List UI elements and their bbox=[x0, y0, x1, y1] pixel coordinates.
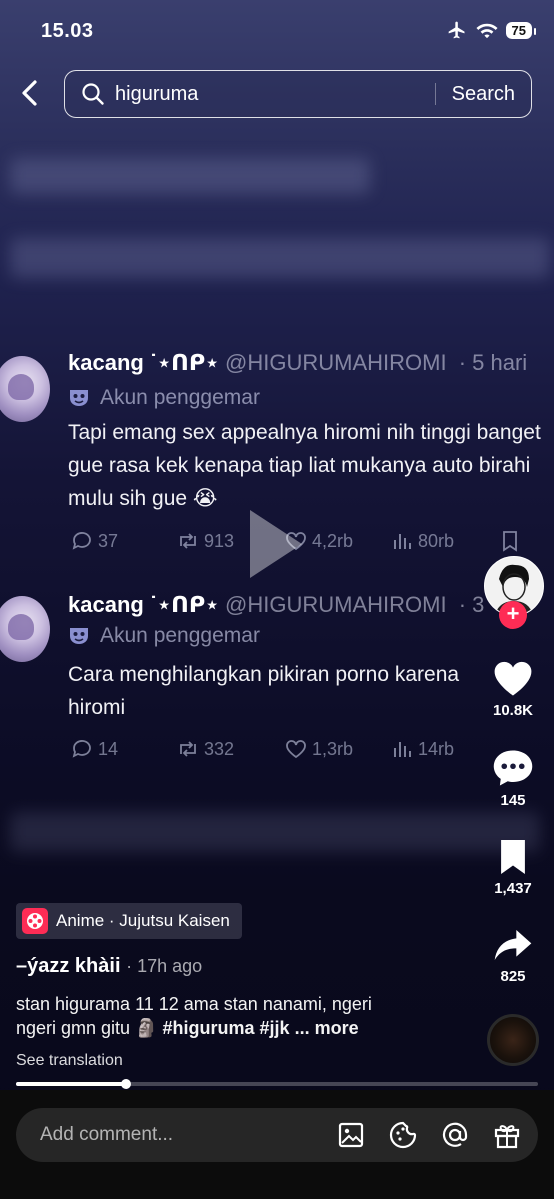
search-button[interactable]: Search bbox=[452, 83, 515, 106]
reply-count-label: 37 bbox=[98, 530, 119, 551]
badge-label: Akun penggemar bbox=[100, 386, 260, 409]
save-count-label: 1,437 bbox=[494, 880, 532, 897]
badge-label: Akun penggemar bbox=[100, 624, 260, 647]
see-translation-link[interactable]: See translation bbox=[16, 1052, 123, 1070]
status-time: 15.03 bbox=[41, 20, 94, 42]
music-disc[interactable] bbox=[487, 1014, 539, 1066]
handle: @HIGURUMAHIROMI bbox=[225, 592, 447, 617]
gift-icon[interactable] bbox=[492, 1120, 522, 1150]
repost-count-label: 913 bbox=[204, 530, 235, 551]
play-icon[interactable] bbox=[246, 506, 306, 582]
comment-count-label: 145 bbox=[500, 792, 526, 809]
more-link[interactable]: ... more bbox=[295, 1018, 359, 1038]
hashtags[interactable]: #higuruma #jjk bbox=[163, 1018, 290, 1038]
author-line: –ýazz khàii · 17h ago bbox=[16, 955, 202, 978]
caption-line: stan higurama 11 12 ama stan nanami, nge… bbox=[16, 994, 372, 1014]
author-name[interactable]: –ýazz khàii bbox=[16, 955, 121, 977]
mask-icon bbox=[70, 628, 88, 644]
film-reel-icon bbox=[22, 908, 48, 934]
reply-count-label: 14 bbox=[98, 738, 119, 759]
caption-line: ngeri gmn gitu 🗿 #higuruma #jjk ... more bbox=[16, 1016, 456, 1040]
display-name: kacang ˙⋆ᑎᑭ⋆ bbox=[68, 592, 220, 617]
comment-placeholder: Add comment... bbox=[40, 1124, 174, 1145]
avatar bbox=[0, 356, 50, 422]
fan-account-badge: Akun penggemar bbox=[68, 386, 260, 410]
search-input[interactable]: higuruma bbox=[115, 83, 435, 106]
category-tag[interactable]: Anime · Jujutsu Kaisen bbox=[16, 903, 242, 939]
search-bar[interactable]: higuruma Search bbox=[64, 70, 532, 118]
heart-icon bbox=[494, 661, 532, 696]
blurred-text-line bbox=[10, 238, 550, 278]
fan-account-badge: Akun penggemar bbox=[68, 624, 260, 648]
repost-icon bbox=[180, 533, 196, 549]
bookmark-icon bbox=[501, 840, 525, 874]
comment-tools bbox=[336, 1120, 522, 1150]
video-progress-bar[interactable] bbox=[16, 1079, 538, 1089]
display-name: kacang ˙⋆ᑎᑭ⋆ bbox=[68, 350, 220, 375]
post-time: · 17h ago bbox=[126, 956, 203, 976]
category-tag-label: Anime · Jujutsu Kaisen bbox=[56, 911, 230, 930]
post-age: · 5 hari bbox=[458, 350, 528, 375]
progress-fill bbox=[16, 1082, 126, 1086]
like-count-label: 4,2rb bbox=[312, 530, 354, 551]
video-caption: stan higurama 11 12 ama stan nanami, nge… bbox=[16, 992, 456, 1040]
view-count: 80rb bbox=[390, 530, 454, 552]
share-count-label: 825 bbox=[500, 968, 526, 985]
reply-count: 14 bbox=[70, 738, 118, 760]
comment-bar: Add comment... bbox=[0, 1090, 554, 1199]
wifi-icon bbox=[476, 23, 498, 39]
progress-knob[interactable] bbox=[120, 1079, 131, 1089]
handle: @HIGURUMAHIROMI bbox=[225, 350, 447, 375]
comment-input[interactable]: Add comment... bbox=[16, 1108, 538, 1162]
repost-count: 913 bbox=[176, 530, 234, 552]
status-icons: 75 bbox=[446, 20, 537, 40]
follow-button[interactable]: + bbox=[499, 601, 527, 629]
blurred-text-line bbox=[10, 158, 370, 194]
tweet-text: Cara menghilangkan pikiran porno karena … bbox=[68, 663, 460, 719]
sticker-icon[interactable] bbox=[388, 1120, 418, 1150]
like-button[interactable]: 10.8K bbox=[478, 658, 548, 719]
repost-count: 332 bbox=[176, 738, 234, 760]
heart-outline-icon bbox=[286, 740, 306, 759]
like-count: 1,3rb bbox=[284, 738, 353, 760]
like-count-label: 10.8K bbox=[492, 702, 534, 719]
views-icon bbox=[394, 534, 411, 549]
tweet-username: kacang ˙⋆ᑎᑭ⋆ @HIGURUMAHIROMI · 5 hari bbox=[68, 350, 527, 376]
tweet-card: kacang ˙⋆ᑎᑭ⋆ @HIGURUMAHIROMI · 3 Akun pen… bbox=[0, 582, 554, 782]
repost-icon bbox=[180, 741, 196, 757]
mask-icon bbox=[70, 390, 88, 406]
tweet-text: Tapi emang sex appealnya hiromi nih ting… bbox=[68, 421, 541, 510]
post-age: · 3 bbox=[458, 592, 485, 617]
blurred-text-line bbox=[10, 812, 540, 852]
avatar bbox=[0, 596, 50, 662]
like-count-label: 1,3rb bbox=[312, 738, 354, 759]
image-icon[interactable] bbox=[336, 1120, 366, 1150]
bookmark-small bbox=[498, 530, 522, 552]
view-count-label: 80rb bbox=[418, 530, 455, 551]
views-icon bbox=[394, 742, 411, 757]
share-button[interactable]: 825 bbox=[478, 926, 548, 985]
comment-icon bbox=[493, 750, 533, 786]
battery-indicator: 75 bbox=[505, 21, 537, 39]
reply-icon bbox=[72, 740, 91, 758]
reply-icon bbox=[72, 532, 91, 550]
repost-count-label: 332 bbox=[204, 738, 235, 759]
back-arrow-icon[interactable] bbox=[16, 78, 44, 108]
view-count: 14rb bbox=[390, 738, 454, 760]
bookmark-outline-icon bbox=[503, 531, 517, 552]
search-divider bbox=[434, 83, 436, 105]
save-button[interactable]: 1,437 bbox=[478, 838, 548, 897]
comment-button[interactable]: 145 bbox=[478, 748, 548, 809]
tweet-username: kacang ˙⋆ᑎᑭ⋆ @HIGURUMAHIROMI · 3 bbox=[68, 592, 484, 618]
airplane-icon bbox=[448, 21, 465, 39]
search-icon bbox=[82, 83, 104, 105]
share-arrow-icon bbox=[494, 930, 532, 960]
reply-count: 37 bbox=[70, 530, 118, 552]
at-mention-icon[interactable] bbox=[440, 1120, 470, 1150]
caption-text: ngeri gmn gitu 🗿 bbox=[16, 1018, 158, 1038]
view-count-label: 14rb bbox=[418, 738, 455, 759]
